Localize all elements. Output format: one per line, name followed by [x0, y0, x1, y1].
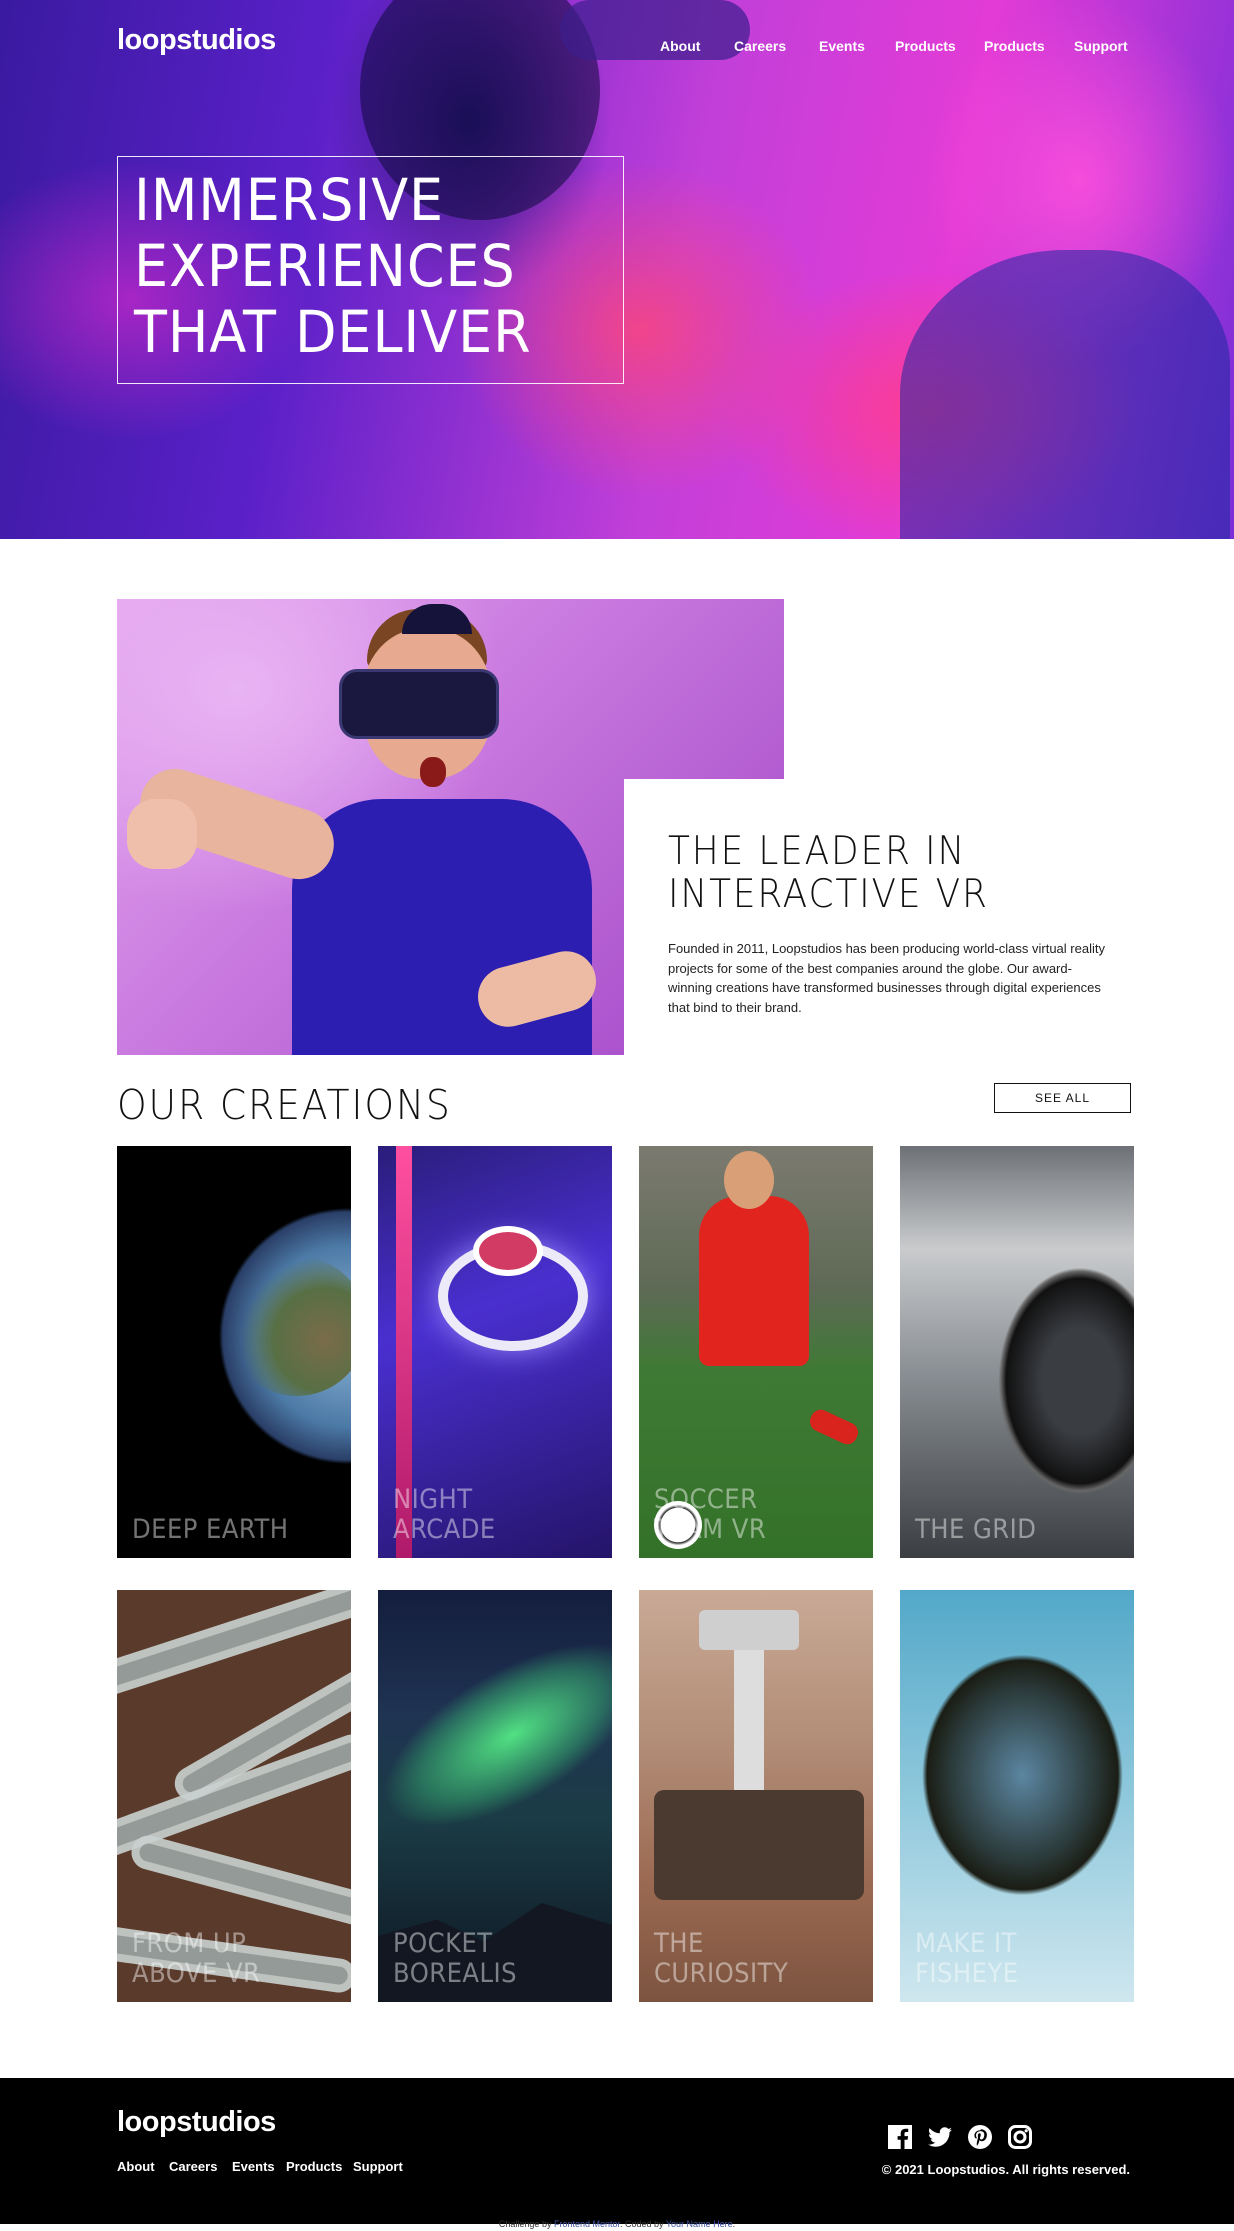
hero-background-shape	[560, 0, 750, 60]
creation-card-label: FROM UP ABOVE VR	[132, 1929, 260, 1989]
creation-card-label-line: DEEP EARTH	[132, 1514, 289, 1545]
creation-card-label: THE GRID	[915, 1515, 1036, 1545]
hero-title: IMMERSIVE EXPERIENCES THAT DELIVER	[134, 167, 574, 365]
author-link[interactable]: Your Name Here	[666, 2219, 733, 2229]
footer-link-about[interactable]: About	[117, 2159, 155, 2174]
creation-card-night-arcade[interactable]: NIGHT ARCADE	[378, 1146, 612, 1558]
creation-card-label-line: FISHEYE	[915, 1958, 1019, 1989]
creation-card-pocket-borealis[interactable]: POCKET BOREALIS	[378, 1590, 612, 2002]
nav-link-products[interactable]: Products	[895, 38, 956, 54]
creation-card-label-line: ARCADE	[393, 1514, 496, 1545]
creation-card-the-curiosity[interactable]: THE CURIOSITY	[639, 1590, 873, 2002]
creation-card-from-up-above-vr[interactable]: FROM UP ABOVE VR	[117, 1590, 351, 2002]
hero-title-line: THAT DELIVER	[134, 298, 532, 366]
twitter-icon[interactable]	[928, 2125, 952, 2149]
hero-title-line: IMMERSIVE	[134, 166, 445, 234]
hero-title-line: EXPERIENCES	[134, 232, 516, 300]
frontend-mentor-link[interactable]: Frontend Mentor	[554, 2219, 620, 2229]
creation-card-label: NIGHT ARCADE	[393, 1485, 496, 1545]
pinterest-icon[interactable]	[968, 2125, 992, 2149]
hero-title-box: IMMERSIVE EXPERIENCES THAT DELIVER	[117, 156, 624, 384]
instagram-icon[interactable]	[1008, 2125, 1032, 2149]
attribution: Challenge by Frontend Mentor. Coded by Y…	[0, 2219, 1234, 2229]
hero-section: loopstudios About Careers Events Product…	[0, 0, 1234, 539]
creation-card-label-line: THE	[654, 1928, 704, 1959]
creation-card-label-line: FROM UP	[132, 1928, 247, 1959]
creation-card-label-line: POCKET	[393, 1928, 493, 1959]
footer: loopstudios About Careers Events Product…	[0, 2078, 1234, 2224]
creation-card-label-line: MAKE IT	[915, 1928, 1017, 1959]
footer-logo[interactable]: loopstudios	[117, 2106, 276, 2139]
creation-card-label-line: THE GRID	[915, 1514, 1037, 1545]
creation-card-label-line: NIGHT	[393, 1484, 473, 1515]
footer-link-products[interactable]: Products	[286, 2159, 342, 2174]
leader-title-line: INTERACTIVE VR	[668, 872, 989, 917]
hero-background-shape	[900, 250, 1230, 539]
nav-link-events[interactable]: Events	[819, 38, 865, 54]
attribution-prefix: Challenge by	[498, 2219, 554, 2229]
attribution-suffix: .	[732, 2219, 736, 2229]
creation-card-label-line: CURIOSITY	[654, 1958, 789, 1989]
nav-link-support[interactable]: Support	[1074, 38, 1128, 54]
facebook-icon[interactable]	[888, 2125, 912, 2149]
creations-title: OUR CREATIONS	[117, 1081, 452, 1129]
creation-card-label: POCKET BOREALIS	[393, 1929, 517, 1989]
leader-text-panel	[624, 779, 1124, 1079]
attribution-middle: . Coded by	[620, 2219, 666, 2229]
leader-description: Founded in 2011, Loopstudios has been pr…	[668, 941, 1105, 1015]
creation-card-make-it-fisheye[interactable]: MAKE IT FISHEYE	[900, 1590, 1134, 2002]
leader-title: THE LEADER IN INTERACTIVE VR	[668, 830, 989, 916]
creation-card-soccer-team-vr[interactable]: SOCCER TEAM VR	[639, 1146, 873, 1558]
creation-card-label-line: TEAM VR	[654, 1514, 767, 1545]
creation-card-label-line: BOREALIS	[393, 1958, 517, 1989]
creation-card-the-grid[interactable]: THE GRID	[900, 1146, 1134, 1558]
see-all-button[interactable]: SEE ALL	[994, 1083, 1131, 1113]
logo[interactable]: loopstudios	[117, 24, 276, 57]
creation-card-label-line: ABOVE VR	[132, 1958, 261, 1989]
footer-link-events[interactable]: Events	[232, 2159, 275, 2174]
nav-link-about[interactable]: About	[660, 38, 700, 54]
footer-link-support[interactable]: Support	[353, 2159, 403, 2174]
nav-link-careers[interactable]: Careers	[734, 38, 786, 54]
leader-title-line: THE LEADER IN	[668, 829, 967, 874]
creation-card-label: SOCCER TEAM VR	[654, 1485, 766, 1545]
creation-card-label: DEEP EARTH	[132, 1515, 289, 1545]
creation-card-label: THE CURIOSITY	[654, 1929, 788, 1989]
creation-card-deep-earth[interactable]: DEEP EARTH	[117, 1146, 351, 1558]
creation-card-label: MAKE IT FISHEYE	[915, 1929, 1019, 1989]
nav-link-products-2[interactable]: Products	[984, 38, 1045, 54]
creation-card-label-line: SOCCER	[654, 1484, 758, 1515]
copyright: © 2021 Loopstudios. All rights reserved.	[881, 2162, 1130, 2177]
footer-link-careers[interactable]: Careers	[169, 2159, 217, 2174]
